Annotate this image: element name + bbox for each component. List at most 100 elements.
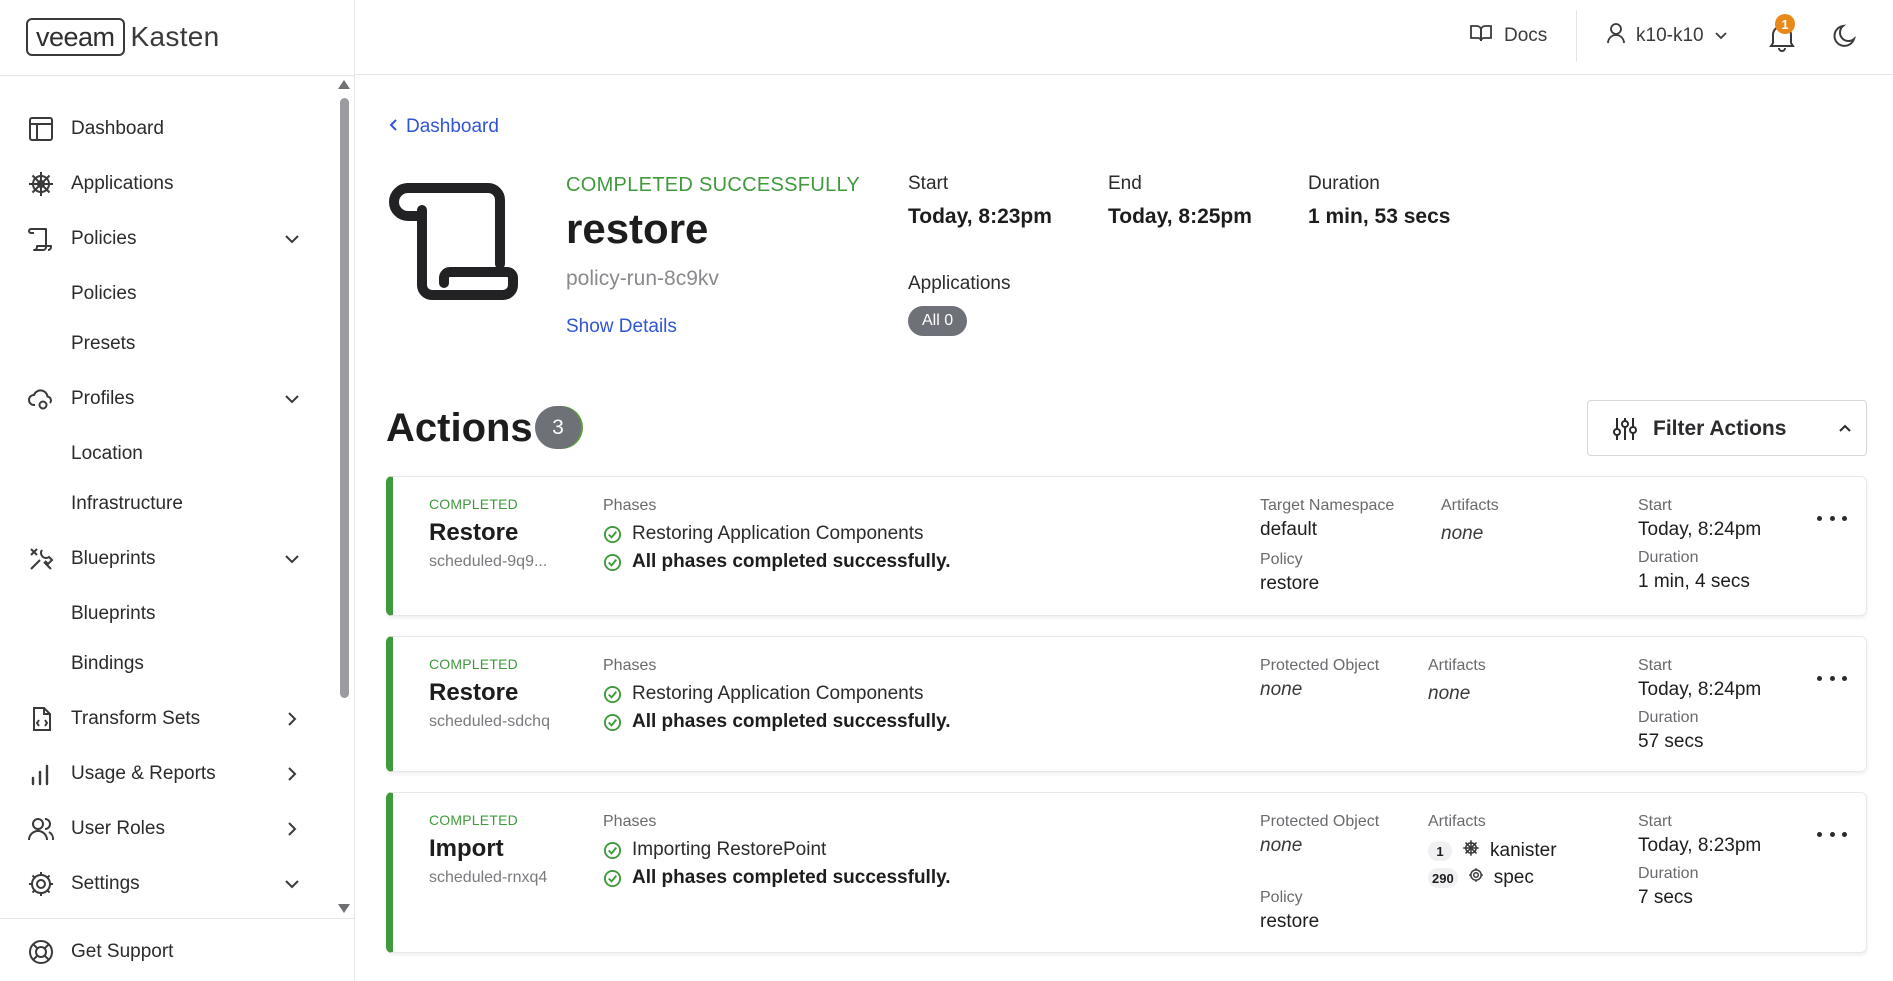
action-sub: scheduled-sdchq: [429, 713, 550, 730]
check-circle-icon: [603, 713, 622, 731]
start-label: Start: [1638, 657, 1672, 674]
actions-heading: Actions: [386, 406, 533, 450]
more-options-icon[interactable]: [1817, 824, 1847, 844]
sidebar-item-label: Dashboard: [71, 118, 164, 139]
action-name: Restore: [429, 519, 519, 546]
file-code-icon: [26, 704, 56, 734]
theme-toggle-button[interactable]: [1830, 20, 1862, 52]
artifact-count: 1: [1428, 841, 1452, 861]
sidebar-item-user-roles[interactable]: User Roles: [0, 809, 330, 849]
chevron-down-icon[interactable]: [280, 387, 304, 411]
chevron-down-icon[interactable]: [280, 547, 304, 571]
sidebar-item-label: Blueprints: [71, 548, 156, 569]
sidebar-item-infrastructure[interactable]: Infrastructure: [0, 484, 330, 524]
users-icon: [26, 814, 56, 844]
action-name: Restore: [429, 679, 519, 706]
more-options-icon[interactable]: [1817, 668, 1847, 688]
scroll-up-arrow-icon[interactable]: [338, 80, 350, 89]
start-label: Start: [1638, 497, 1672, 514]
action-card-import[interactable]: COMPLETED Import scheduled-rnxq4 Phases …: [386, 792, 1867, 953]
show-details-link[interactable]: Show Details: [566, 316, 677, 338]
phase-row: Restoring Application Components: [603, 683, 924, 705]
gear-icon: [1468, 867, 1484, 889]
sidebar-item-label: User Roles: [71, 818, 165, 839]
end-value: Today, 8:25pm: [1108, 205, 1252, 228]
actions-count-badge: 3: [535, 406, 581, 449]
user-icon: [1606, 22, 1626, 50]
sidebar-item-policies-group[interactable]: Policies: [0, 219, 330, 259]
applications-pill[interactable]: All 0: [908, 306, 968, 336]
chevron-right-icon[interactable]: [280, 762, 304, 786]
protected-object-label: Protected Object: [1260, 657, 1380, 674]
sidebar-item-applications[interactable]: Applications: [0, 164, 330, 204]
sidebar-item-blueprints[interactable]: Blueprints: [0, 594, 330, 634]
get-support-link[interactable]: Get Support: [0, 932, 330, 972]
sidebar-item-blueprints-group[interactable]: Blueprints: [0, 539, 330, 579]
phases-label: Phases: [603, 497, 657, 514]
dashboard-icon: [26, 114, 56, 144]
sidebar-item-label: Settings: [71, 873, 140, 894]
sidebar-item-settings[interactable]: Settings: [0, 864, 330, 904]
docs-label: Docs: [1504, 25, 1548, 46]
brand-logo[interactable]: veeam Kasten: [26, 18, 220, 56]
sidebar-item-label: Policies: [71, 283, 137, 304]
chevron-right-icon[interactable]: [280, 817, 304, 841]
applications-label: Applications: [908, 273, 1011, 294]
docs-link[interactable]: Docs: [1470, 20, 1547, 52]
brand-box: veeam: [26, 18, 125, 56]
gear-icon: [26, 869, 56, 899]
brand-name: Kasten: [130, 21, 220, 52]
phase-row: Importing RestorePoint: [603, 839, 826, 861]
chevron-down-icon[interactable]: [280, 872, 304, 896]
sidebar-item-label: Location: [71, 443, 143, 464]
sidebar-item-presets[interactable]: Presets: [0, 324, 330, 364]
sidebar-item-label: Transform Sets: [71, 708, 201, 729]
sidebar-item-profiles-group[interactable]: Profiles: [0, 379, 330, 419]
check-circle-icon: [603, 869, 622, 887]
breadcrumb-back-link[interactable]: Dashboard: [389, 116, 499, 138]
helm-icon: [1462, 839, 1480, 863]
duration-label: Duration: [1638, 549, 1699, 566]
sidebar-item-dashboard[interactable]: Dashboard: [0, 109, 330, 149]
chevron-down-icon[interactable]: [280, 227, 304, 251]
action-status: COMPLETED: [429, 812, 518, 828]
start-label: Start: [908, 173, 949, 194]
user-label: k10-k10: [1636, 25, 1704, 46]
sidebar-item-label: Usage & Reports: [71, 763, 216, 784]
artifact-spec[interactable]: 290 spec: [1428, 867, 1534, 889]
sidebar-item-label: Applications: [71, 173, 174, 194]
sidebar-item-usage-reports[interactable]: Usage & Reports: [0, 754, 330, 794]
sidebar-item-policies[interactable]: Policies: [0, 274, 330, 314]
action-sub: scheduled-rnxq4: [429, 869, 548, 886]
chevron-right-icon[interactable]: [280, 707, 304, 731]
sidebar-item-location[interactable]: Location: [0, 434, 330, 474]
book-icon: [1470, 23, 1492, 49]
chevron-left-icon: [389, 116, 398, 138]
end-label: End: [1108, 173, 1142, 194]
sidebar-item-transform-sets[interactable]: Transform Sets: [0, 699, 330, 739]
duration-value: 57 secs: [1638, 731, 1704, 752]
user-menu[interactable]: k10-k10: [1606, 20, 1728, 52]
start-value: Today, 8:23pm: [1638, 835, 1762, 856]
phase-row: Restoring Application Components: [603, 523, 924, 545]
top-bar: Docs k10-k10 1: [355, 0, 1893, 75]
sidebar-scroll-thumb[interactable]: [340, 98, 349, 698]
check-circle-icon: [603, 841, 622, 859]
artifact-kanister[interactable]: 1 kanister: [1428, 839, 1557, 863]
action-card-restore-2[interactable]: COMPLETED Restore scheduled-sdchq Phases…: [386, 636, 1867, 772]
artifacts-label: Artifacts: [1428, 657, 1486, 674]
scroll-icon: [26, 224, 56, 254]
header-divider: [1576, 10, 1577, 62]
scroll-down-arrow-icon[interactable]: [338, 904, 350, 913]
filter-actions-button[interactable]: Filter Actions: [1587, 400, 1867, 456]
moon-icon: [1833, 24, 1857, 47]
policy-scroll-icon: [388, 180, 523, 302]
artifacts-label: Artifacts: [1428, 813, 1486, 830]
action-card-restore-1[interactable]: COMPLETED Restore scheduled-9q9... Phase…: [386, 476, 1867, 616]
tools-icon: [26, 544, 56, 574]
artifacts-label: Artifacts: [1441, 497, 1499, 514]
helm-icon: [26, 169, 56, 199]
sidebar-item-bindings[interactable]: Bindings: [0, 644, 330, 684]
protected-object-value: none: [1260, 679, 1303, 700]
more-options-icon[interactable]: [1817, 508, 1847, 528]
